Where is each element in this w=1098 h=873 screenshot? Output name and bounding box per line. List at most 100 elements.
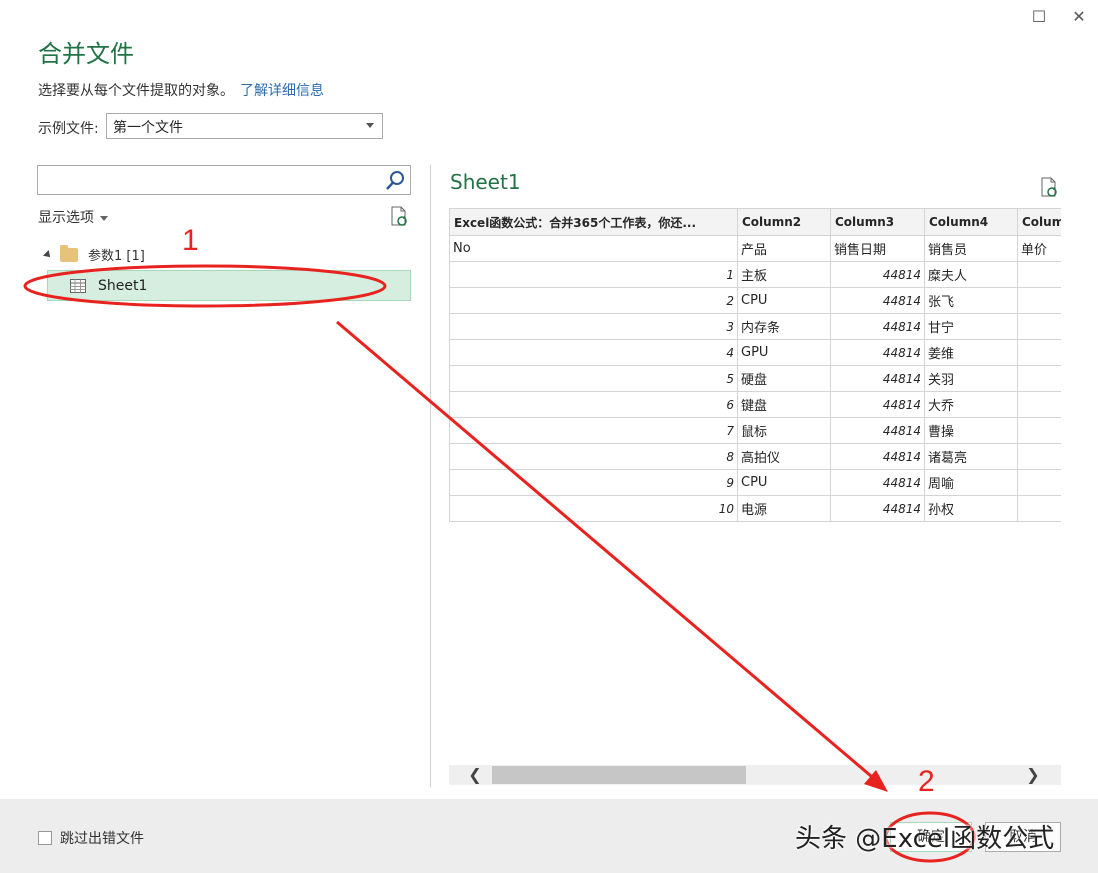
table-cell: 关羽 bbox=[924, 365, 1018, 392]
column-header[interactable]: Colum bbox=[1017, 208, 1061, 236]
table-icon bbox=[70, 278, 86, 293]
search-input[interactable] bbox=[37, 165, 411, 195]
dialog-title: 合并文件 bbox=[38, 40, 134, 68]
table-cell: 产品 bbox=[737, 235, 831, 262]
table-cell: 曹操 bbox=[924, 417, 1018, 444]
table-row: 4 GPU 44814 姜维 bbox=[449, 339, 1061, 366]
table-cell: 2 bbox=[449, 287, 738, 314]
table-cell: 高拍仪 bbox=[737, 443, 831, 470]
expand-arrow-icon[interactable] bbox=[43, 249, 53, 260]
sample-file-value: 第一个文件 bbox=[113, 120, 183, 136]
table-cell: 44814 bbox=[830, 313, 925, 340]
preview-title: Sheet1 bbox=[450, 170, 521, 194]
search-icon[interactable] bbox=[383, 169, 407, 193]
table-cell bbox=[1017, 313, 1061, 340]
scroll-right-icon[interactable]: ❯ bbox=[1023, 765, 1043, 785]
table-cell: 44814 bbox=[830, 469, 925, 496]
table-cell: 44814 bbox=[830, 287, 925, 314]
table-cell: 单价 bbox=[1017, 235, 1061, 262]
table-cell: 糜夫人 bbox=[924, 261, 1018, 288]
table-cell: 内存条 bbox=[737, 313, 831, 340]
table-cell: 9 bbox=[449, 469, 738, 496]
chevron-down-icon bbox=[100, 215, 108, 221]
subtitle-text: 选择要从每个文件提取的对象。 bbox=[38, 83, 234, 99]
step-one-label: 1 bbox=[182, 224, 199, 257]
scrollbar-thumb[interactable] bbox=[492, 766, 746, 784]
table-cell: 44814 bbox=[830, 365, 925, 392]
table-cell: 5 bbox=[449, 365, 738, 392]
table-cell: 1 bbox=[449, 261, 738, 288]
dialog-subtitle: 选择要从每个文件提取的对象。 了解详细信息 bbox=[38, 80, 324, 100]
tree-node-sheet1[interactable]: Sheet1 bbox=[47, 270, 411, 301]
table-cell: 周喻 bbox=[924, 469, 1018, 496]
table-cell: CPU bbox=[737, 469, 831, 496]
display-options-label: 显示选项 bbox=[38, 210, 94, 226]
table-cell: 销售员 bbox=[924, 235, 1018, 262]
sample-file-dropdown[interactable]: 第一个文件 bbox=[106, 113, 383, 139]
table-cell: 44814 bbox=[830, 443, 925, 470]
table-cell bbox=[1017, 365, 1061, 392]
table-cell: 主板 bbox=[737, 261, 831, 288]
table-cell: 鼠标 bbox=[737, 417, 831, 444]
display-options-button[interactable]: 显示选项 bbox=[38, 207, 108, 227]
table-cell: 键盘 bbox=[737, 391, 831, 418]
parameter-label: 参数1 [1] bbox=[88, 249, 145, 264]
table-cell: 电源 bbox=[737, 495, 831, 522]
table-cell: 3 bbox=[449, 313, 738, 340]
scroll-left-icon[interactable]: ❮ bbox=[465, 765, 485, 785]
close-button[interactable]: ✕ bbox=[1068, 6, 1090, 28]
table-row: 2 CPU 44814 张飞 bbox=[449, 287, 1061, 314]
table-cell bbox=[1017, 391, 1061, 418]
refresh-icon[interactable] bbox=[388, 205, 410, 227]
table-header-row: Excel函数公式：合并365个工作表，你还... Column2 Column… bbox=[449, 208, 1061, 236]
table-cell: 8 bbox=[449, 443, 738, 470]
table-cell: 销售日期 bbox=[830, 235, 925, 262]
sheet-node-label: Sheet1 bbox=[98, 277, 148, 294]
watermark-text: 头条 @Excel函数公式 bbox=[795, 824, 1055, 854]
table-cell: 6 bbox=[449, 391, 738, 418]
folder-icon bbox=[60, 244, 78, 262]
maximize-button[interactable]: ☐ bbox=[1028, 6, 1050, 28]
table-cell: 10 bbox=[449, 495, 738, 522]
dropdown-arrow-icon bbox=[366, 123, 374, 128]
preview-table[interactable]: Excel函数公式：合并365个工作表，你还... Column2 Column… bbox=[449, 208, 1061, 524]
table-cell: 44814 bbox=[830, 261, 925, 288]
table-cell bbox=[1017, 339, 1061, 366]
table-row: 7 鼠标 44814 曹操 bbox=[449, 417, 1061, 444]
column-header[interactable]: Column3 bbox=[830, 208, 925, 236]
learn-more-link[interactable]: 了解详细信息 bbox=[240, 83, 324, 99]
column-header[interactable]: Column2 bbox=[737, 208, 831, 236]
skip-errors-checkbox[interactable] bbox=[38, 831, 52, 845]
table-cell bbox=[1017, 287, 1061, 314]
table-row: 3 内存条 44814 甘宁 bbox=[449, 313, 1061, 340]
refresh-preview-icon[interactable] bbox=[1038, 176, 1060, 198]
sample-file-label: 示例文件: bbox=[38, 121, 99, 137]
table-row: 5 硬盘 44814 关羽 bbox=[449, 365, 1061, 392]
skip-errors-option[interactable]: 跳过出错文件 bbox=[38, 828, 144, 848]
tree-node-parameter[interactable]: 参数1 [1] bbox=[43, 244, 145, 264]
skip-errors-label: 跳过出错文件 bbox=[60, 831, 144, 847]
table-cell: 44814 bbox=[830, 339, 925, 366]
horizontal-scrollbar[interactable]: ❮ ❯ bbox=[449, 765, 1061, 785]
table-cell: 44814 bbox=[830, 391, 925, 418]
table-cell: GPU bbox=[737, 339, 831, 366]
table-row: 8 高拍仪 44814 诸葛亮 bbox=[449, 443, 1061, 470]
pane-divider[interactable] bbox=[430, 165, 431, 787]
table-cell bbox=[1017, 261, 1061, 288]
table-cell: 7 bbox=[449, 417, 738, 444]
column-header[interactable]: Column4 bbox=[924, 208, 1018, 236]
table-row: 9 CPU 44814 周喻 bbox=[449, 469, 1061, 496]
table-cell bbox=[1017, 443, 1061, 470]
table-cell: 硬盘 bbox=[737, 365, 831, 392]
table-cell: CPU bbox=[737, 287, 831, 314]
table-cell: 诸葛亮 bbox=[924, 443, 1018, 470]
table-cell: 44814 bbox=[830, 495, 925, 522]
table-cell: 姜维 bbox=[924, 339, 1018, 366]
table-cell: 44814 bbox=[830, 417, 925, 444]
table-cell: 张飞 bbox=[924, 287, 1018, 314]
table-cell bbox=[1017, 495, 1061, 522]
table-cell: 孙权 bbox=[924, 495, 1018, 522]
column-header[interactable]: Excel函数公式：合并365个工作表，你还... bbox=[449, 208, 738, 236]
step-two-label: 2 bbox=[918, 765, 935, 798]
table-row: 1 主板 44814 糜夫人 bbox=[449, 261, 1061, 288]
